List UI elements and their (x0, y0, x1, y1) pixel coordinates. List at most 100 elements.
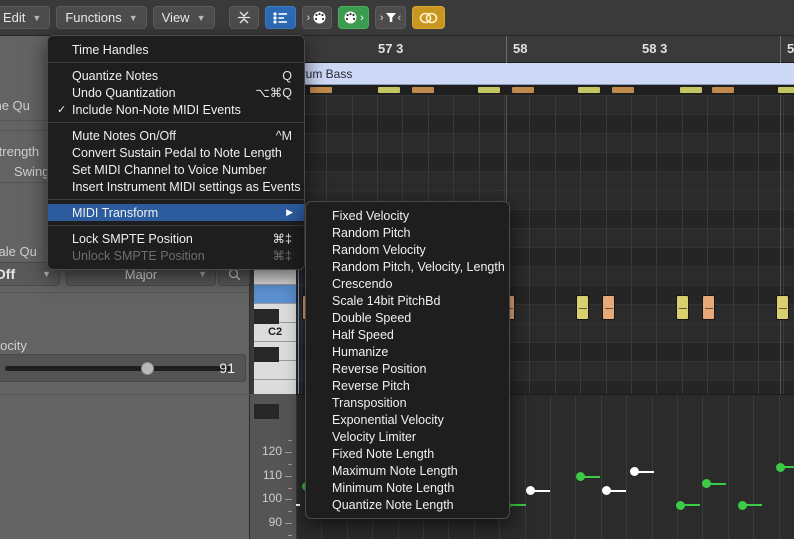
link-button[interactable] (412, 6, 446, 29)
region-bar[interactable]: Serum Bass (250, 63, 794, 112)
submenu-item[interactable]: Crescendo (306, 275, 509, 292)
midi-in-icon (313, 11, 326, 24)
menu-functions[interactable]: Functions ▼ (56, 6, 147, 29)
grid-line-v (702, 395, 703, 539)
velocity-point[interactable] (602, 486, 611, 496)
velocity-point[interactable] (630, 467, 639, 477)
velocity-point[interactable] (676, 500, 685, 510)
submenu-item-label: Random Velocity (332, 242, 426, 257)
menu-item: Unlock SMPTE Position ⌘‡ (48, 247, 304, 264)
chevron-down-icon: ▼ (196, 12, 206, 23)
menu-item[interactable]: Set MIDI Channel to Voice Number (48, 161, 304, 178)
ruler[interactable]: 57 57 3 58 58 3 5 (250, 36, 794, 63)
submenu-item[interactable]: Random Velocity (306, 241, 509, 258)
menu-item[interactable]: ✓ Include Non-Note MIDI Events (48, 101, 304, 118)
midi-note[interactable] (602, 295, 615, 320)
menu-item[interactable]: Undo Quantization ⌥⌘Q (48, 84, 304, 101)
overview-note (378, 87, 400, 93)
midi-out-button[interactable]: › (338, 6, 369, 29)
menu-item[interactable]: Time Handles (48, 41, 304, 58)
grid-row (250, 152, 794, 171)
submenu-item[interactable]: Reverse Pitch (306, 377, 509, 394)
submenu-item[interactable]: Minimum Note Length (306, 479, 509, 496)
velocity-point[interactable] (576, 472, 585, 482)
submenu-item[interactable]: Reverse Position (306, 360, 509, 377)
submenu-item[interactable]: Random Pitch (306, 224, 509, 241)
midi-note[interactable] (776, 295, 789, 320)
submenu-item-label: Transposition (332, 395, 407, 410)
menu-item-label: Mute Notes On/Off (72, 128, 176, 143)
top-toolbar: Edit ▼ Functions ▼ View ▼ › › › ‹ (0, 0, 794, 36)
velocity-point[interactable] (738, 500, 747, 510)
menu-item[interactable]: Lock SMPTE Position ⌘‡ (48, 230, 304, 247)
grid-line-v (652, 395, 653, 539)
piano-key-sharp[interactable] (254, 404, 279, 419)
submenu-item[interactable]: Exponential Velocity (306, 411, 509, 428)
menu-item[interactable]: Mute Notes On/Off ^M (48, 127, 304, 144)
submenu-item[interactable]: Half Speed (306, 326, 509, 343)
grid-line-v (626, 395, 627, 539)
velocity-point[interactable] (702, 479, 711, 489)
submenu-item[interactable]: Random Pitch, Velocity, Length (306, 258, 509, 275)
midi-transform-submenu[interactable]: Fixed Velocity Random Pitch Random Velocit… (305, 201, 510, 519)
note-overview-strip (250, 85, 794, 95)
grid-line-v (753, 395, 754, 539)
grid-line-v (733, 95, 734, 430)
velocity-point[interactable] (526, 486, 535, 496)
submenu-item-label: Random Pitch (332, 225, 411, 240)
menu-edit[interactable]: Edit ▼ (0, 6, 51, 29)
submenu-item[interactable]: Humanize (306, 343, 509, 360)
grid-line-h (250, 133, 794, 134)
menu-item[interactable]: MIDI Transform ▶ (48, 204, 304, 221)
grid-line-v (601, 395, 602, 539)
menu-item[interactable]: Insert Instrument MIDI settings as Event… (48, 178, 304, 195)
menu-separator (48, 62, 304, 63)
collapse-expand-button[interactable] (228, 6, 259, 29)
grid-line-v (296, 395, 297, 539)
midi-in-button[interactable]: › (301, 6, 333, 29)
velocity-axis-label: 120 (261, 444, 282, 458)
midi-thru-button[interactable]: › ‹ (374, 6, 407, 29)
menu-view[interactable]: View ▼ (152, 6, 215, 29)
submenu-item[interactable]: Quantize Note Length (306, 496, 509, 513)
velocity-stem (584, 475, 600, 478)
ruler-label: 58 3 (642, 41, 668, 56)
velocity-point[interactable] (776, 462, 785, 472)
submenu-item[interactable]: Fixed Velocity (306, 207, 509, 224)
slider-handle[interactable] (141, 362, 154, 375)
menu-item-label: Convert Sustain Pedal to Note Length (72, 145, 282, 160)
piano-key[interactable] (254, 361, 296, 380)
grid-line-v (677, 395, 678, 539)
piano-key[interactable] (254, 285, 296, 304)
functions-dropdown-menu[interactable]: Time Handles Quantize Notes Q Undo Quantiza… (47, 35, 305, 270)
event-list-button[interactable] (264, 6, 296, 29)
grid-line-v (529, 95, 530, 430)
overview-note (512, 87, 534, 93)
menu-item[interactable]: Quantize Notes Q (48, 67, 304, 84)
piano-key-sharp[interactable] (254, 347, 279, 362)
midi-note[interactable] (702, 295, 715, 320)
submenu-item[interactable]: Fixed Note Length (306, 445, 509, 462)
midi-note[interactable] (576, 295, 589, 320)
submenu-item[interactable]: Maximum Note Length (306, 462, 509, 479)
funnel-icon (385, 13, 396, 22)
overview-note (478, 87, 500, 93)
submenu-item-label: Fixed Velocity (332, 208, 410, 223)
slider-fill (5, 366, 231, 371)
submenu-item[interactable]: Transposition (306, 394, 509, 411)
scale-quantize-label: cale Qu (0, 244, 37, 259)
submenu-item[interactable]: Velocity Limiter (306, 428, 509, 445)
midi-note[interactable] (676, 295, 689, 320)
overview-note (778, 87, 794, 93)
strength-label: Strength (0, 144, 40, 159)
grid-line-v (758, 95, 759, 430)
submenu-item[interactable]: Double Speed (306, 309, 509, 326)
submenu-item[interactable]: Scale 14bit PitchBd (306, 292, 509, 309)
menu-item-label: Set MIDI Channel to Voice Number (72, 162, 267, 177)
grid-line-v (575, 395, 576, 539)
velocity-stem (784, 466, 794, 469)
submenu-item-label: Double Speed (332, 310, 412, 325)
menu-item[interactable]: Convert Sustain Pedal to Note Length (48, 144, 304, 161)
velocity-slider[interactable]: 91 (0, 354, 246, 382)
piano-key-sharp[interactable] (254, 309, 279, 324)
